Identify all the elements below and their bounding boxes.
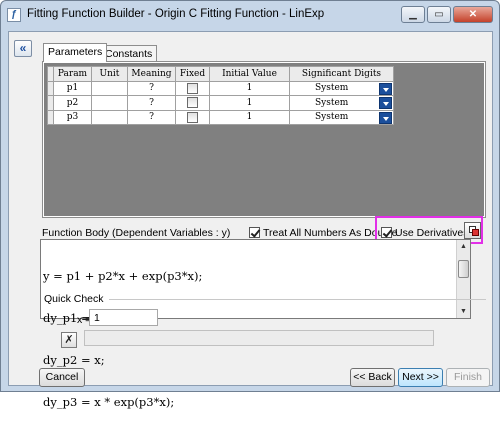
initial-value-cell[interactable]: 1 [209, 80, 290, 96]
tab-parameters[interactable]: Parameters [43, 43, 108, 62]
dropdown-value: System [315, 97, 349, 108]
fixed-cell [175, 95, 210, 111]
restore-button[interactable]: ▭ [427, 6, 451, 23]
column-header-significant-digits: Significant Digits [289, 66, 394, 82]
significant-digits-dropdown[interactable]: System [289, 80, 394, 96]
significant-digits-dropdown[interactable]: System [289, 95, 394, 111]
run-icon: ✗ [64, 334, 74, 346]
fixed-checkbox[interactable] [187, 97, 198, 109]
dialog-client-area: « Parameters Constants Param Unit Meanin… [8, 31, 493, 409]
fixed-cell [175, 80, 210, 96]
function-body-label: Function Body (Dependent Variables : y) [42, 227, 231, 239]
app-icon: ƒ [7, 8, 21, 22]
initial-value-cell[interactable]: 1 [209, 95, 290, 111]
window-icon-accent [472, 229, 479, 236]
table-row: p3 ? 1 System [47, 109, 394, 125]
initial-value-cell[interactable]: 1 [209, 109, 290, 125]
parameters-panel: Param Unit Meaning Fixed Initial Value S… [42, 61, 486, 218]
next-button[interactable]: Next >> [398, 368, 443, 387]
x-value-input[interactable]: 1 [89, 309, 158, 326]
dropdown-value: System [315, 83, 349, 94]
scroll-thumb[interactable] [458, 260, 469, 278]
fixed-checkbox[interactable] [187, 111, 198, 123]
cancel-button[interactable]: Cancel [39, 368, 85, 387]
code-line: dy_p2 = x; [43, 353, 105, 367]
minimize-button[interactable]: ▁ [401, 6, 425, 23]
code-line: y = p1 + p2*x + exp(p3*x); [43, 269, 203, 283]
use-derivatives-label: Use Derivatives [395, 227, 469, 239]
close-button[interactable]: ✕ [453, 6, 493, 23]
checkbox-box[interactable] [249, 227, 260, 238]
parameter-grid-area: Param Unit Meaning Fixed Initial Value S… [44, 63, 484, 216]
title-bar[interactable]: ƒ Fitting Function Builder - Origin C Fi… [1, 1, 499, 29]
dropdown-value: System [315, 112, 349, 123]
quick-check-label: Quick Check [44, 293, 104, 305]
quick-check-result [84, 330, 434, 346]
parameter-table: Param Unit Meaning Fixed Initial Value S… [47, 66, 394, 125]
dropdown-arrow-icon[interactable] [379, 111, 392, 124]
window-title: Fitting Function Builder - Origin C Fitt… [27, 8, 325, 20]
fixed-cell [175, 109, 210, 125]
significant-digits-dropdown[interactable]: System [289, 109, 394, 125]
column-header-unit: Unit [91, 66, 128, 82]
function-body-editor[interactable]: y = p1 + p2*x + exp(p3*x); dy_p1 = 1; dy… [40, 239, 471, 409]
collapse-panel-button[interactable]: « [14, 40, 32, 57]
column-header-meaning: Meaning [127, 66, 176, 82]
editor-popout-button[interactable] [464, 222, 481, 239]
dropdown-arrow-icon[interactable] [379, 97, 392, 109]
dialog-window: ƒ Fitting Function Builder - Origin C Fi… [0, 0, 500, 409]
tab-constants[interactable]: Constants [100, 45, 158, 62]
param-unit-cell[interactable] [91, 95, 128, 111]
dropdown-arrow-icon[interactable] [379, 82, 392, 95]
table-row: p2 ? 1 System [47, 95, 394, 111]
back-button[interactable]: << Back [350, 368, 395, 387]
param-name-cell[interactable]: p1 [53, 80, 92, 96]
column-header-fixed: Fixed [175, 66, 210, 82]
scroll-up-icon[interactable]: ▲ [457, 240, 470, 253]
evaluate-button[interactable]: ✗ [61, 332, 77, 348]
quick-check-divider [109, 299, 486, 300]
param-unit-cell[interactable] [91, 80, 128, 96]
param-unit-cell[interactable] [91, 109, 128, 125]
table-row: p1 ? 1 System [47, 80, 394, 96]
param-meaning-cell[interactable]: ? [127, 80, 176, 96]
fixed-checkbox[interactable] [187, 82, 198, 94]
param-meaning-cell[interactable]: ? [127, 109, 176, 125]
editor-scrollbar[interactable]: ▲ ▼ [456, 240, 470, 318]
param-name-cell[interactable]: p3 [53, 109, 92, 125]
param-name-cell[interactable]: p2 [53, 95, 92, 111]
code-line: dy_p3 = x * exp(p3*x); [43, 395, 175, 409]
scroll-down-icon[interactable]: ▼ [457, 305, 470, 318]
checkbox-box[interactable] [381, 227, 392, 238]
use-derivatives-checkbox[interactable]: Use Derivatives [381, 227, 469, 239]
param-meaning-cell[interactable]: ? [127, 95, 176, 111]
column-header-param: Param [53, 66, 92, 82]
finish-button[interactable]: Finish [446, 368, 490, 387]
column-header-initial-value: Initial Value [209, 66, 290, 82]
table-header-row: Param Unit Meaning Fixed Initial Value S… [47, 66, 394, 82]
